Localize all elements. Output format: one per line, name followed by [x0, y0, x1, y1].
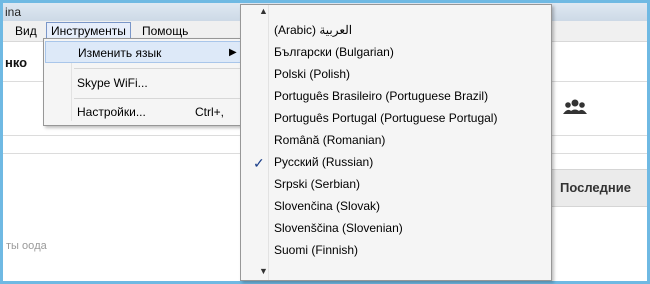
menu-item-label: Изменить язык	[78, 46, 162, 60]
tab-recent-label: Последние	[560, 180, 631, 195]
menu-separator	[74, 68, 240, 69]
language-item-slovak[interactable]: Slovenčina (Slovak)	[274, 196, 380, 216]
language-item-romanian[interactable]: Română (Romanian)	[274, 130, 385, 150]
window-title: ina	[5, 5, 22, 19]
language-item-finnish[interactable]: Suomi (Finnish)	[274, 240, 358, 260]
language-item-portuguese-portugal[interactable]: Português Portugal (Portuguese Portugal)	[274, 108, 497, 128]
menu-item-settings[interactable]: Настройки... Ctrl+,	[45, 101, 241, 123]
checkmark-icon: ✓	[253, 155, 265, 171]
menu-help[interactable]: Помощь	[138, 23, 192, 39]
people-icon[interactable]	[563, 99, 587, 115]
menu-gutter	[268, 5, 269, 280]
language-item-slovenian[interactable]: Slovenščina (Slovenian)	[274, 218, 403, 238]
submenu-arrow-icon: ▶	[229, 47, 237, 58]
language-item-russian[interactable]: Русский (Russian)	[274, 152, 373, 172]
faded-text: ты ooда	[6, 240, 47, 252]
language-item-polish[interactable]: Polski (Polish)	[274, 64, 350, 84]
tab-recent[interactable]: Последние	[552, 169, 647, 207]
menu-item-label: Настройки...	[77, 105, 146, 119]
menu-item-skype-wifi[interactable]: Skype WiFi...	[45, 72, 241, 94]
language-item-serbian[interactable]: Srpski (Serbian)	[274, 174, 360, 194]
contact-name-fragment: нко	[5, 55, 28, 70]
menu-item-change-language[interactable]: Изменить язык ▶	[45, 41, 241, 63]
menu-item-shortcut: Ctrl+,	[195, 105, 225, 119]
language-item-portuguese-brazil[interactable]: Português Brasileiro (Portuguese Brazil)	[274, 86, 488, 106]
language-item-bulgarian[interactable]: Български (Bulgarian)	[274, 42, 394, 62]
triangle-down-icon[interactable]: ▼	[259, 266, 268, 276]
language-item-arabic[interactable]: العربية (Arabic)	[274, 20, 352, 40]
language-submenu: ▲ العربية (Arabic) Български (Bulgarian)…	[240, 4, 552, 281]
triangle-up-icon[interactable]: ▲	[259, 6, 268, 16]
menu-view[interactable]: Вид	[11, 23, 41, 39]
menu-separator	[74, 98, 240, 99]
menu-item-label: Skype WiFi...	[77, 76, 148, 90]
tools-menu: Изменить язык ▶ Skype WiFi... Настройки.…	[43, 38, 245, 126]
